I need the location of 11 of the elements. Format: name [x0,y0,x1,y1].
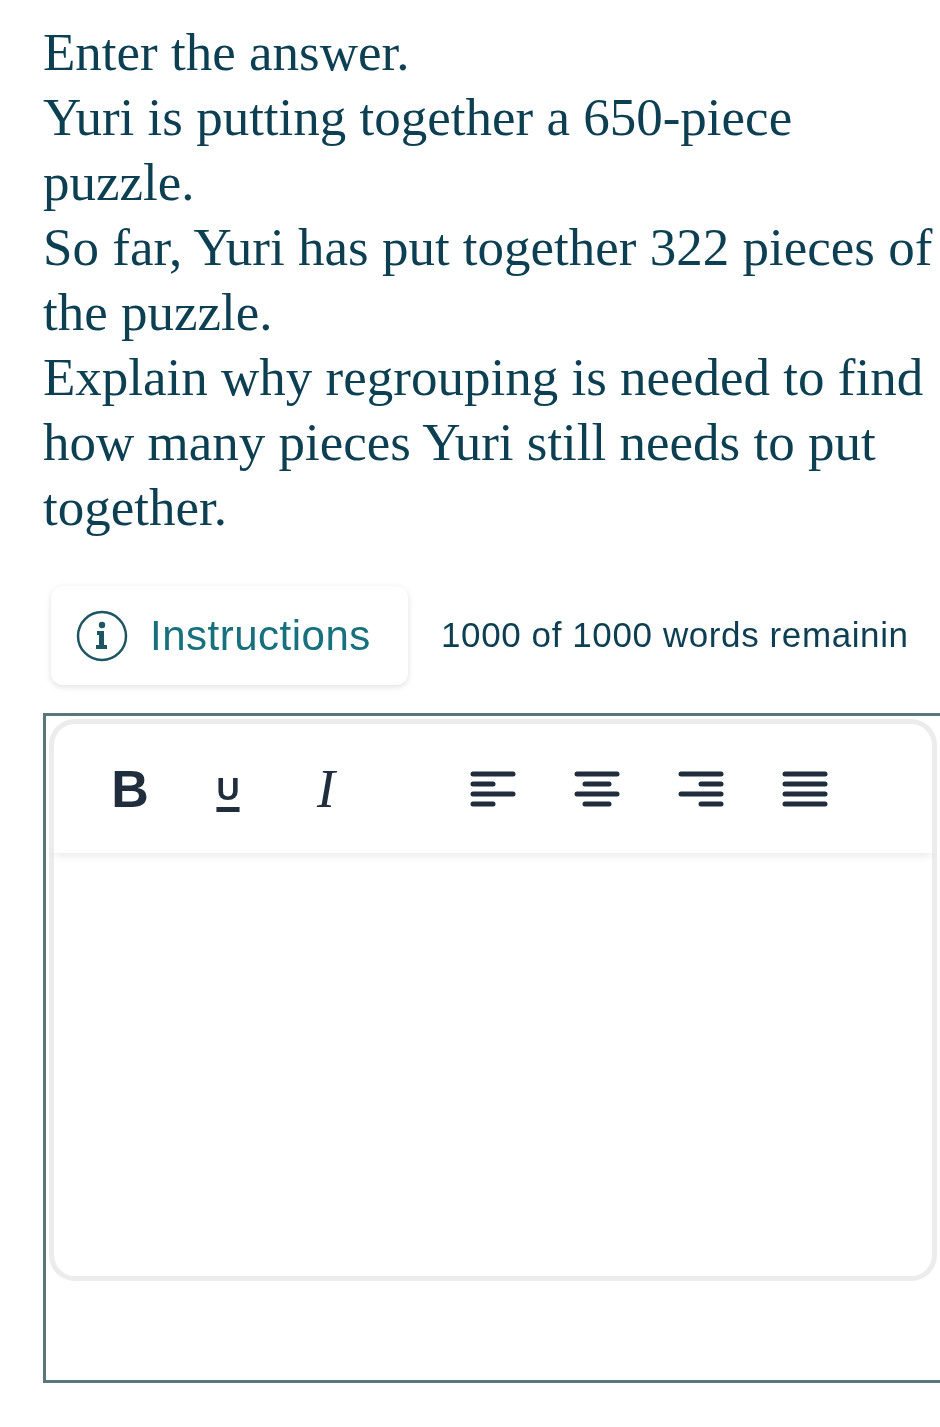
question-heading: Enter the answer. [43,22,411,83]
answer-field[interactable] [49,853,937,1281]
underline-button[interactable]: U [198,758,258,819]
bold-button[interactable]: B [100,758,160,819]
question-text: Yuri is putting together a 650-piece puzzle. [43,87,794,213]
info-icon [76,609,128,662]
question-text: Explain why regrouping is needed to find how many pieces Yuri still needs to put together. [43,347,925,538]
italic-button[interactable]: I [296,758,356,819]
question-text: So far, Yuri has put together 322 pieces of the puzzle. [43,217,934,343]
instructions-button[interactable]: Instructions [51,586,408,685]
word-count: 1000 of 1000 words remainin [441,614,909,657]
